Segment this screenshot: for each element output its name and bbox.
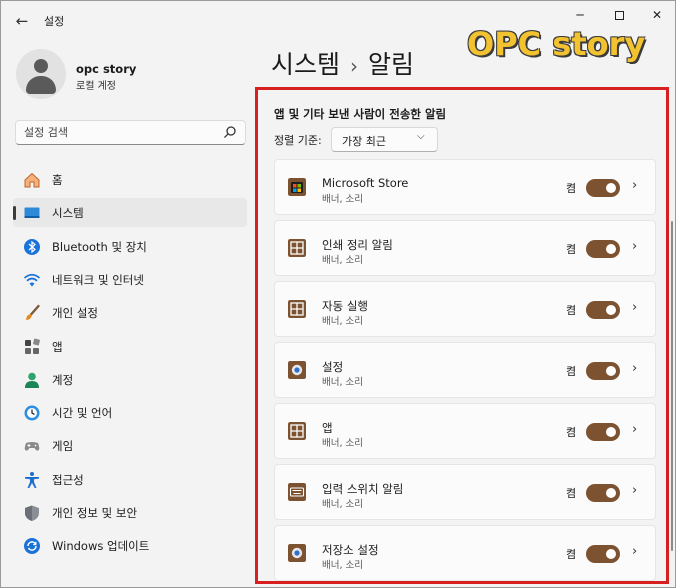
apps-icon — [25, 338, 40, 354]
sidebar-item-label: 개인 설정 — [52, 306, 98, 320]
search-box[interactable] — [15, 120, 246, 145]
accessibility-icon — [25, 472, 39, 488]
home-icon — [24, 172, 40, 188]
sidebar-item-label: 시스템 — [52, 206, 84, 220]
sidebar-item-label: 시간 및 언어 — [52, 406, 113, 420]
watermark: OPC story — [467, 25, 646, 63]
sidebar-item-label: 홈 — [52, 173, 63, 187]
person-icon — [25, 372, 39, 388]
highlight-frame — [255, 87, 669, 584]
clock-globe-icon — [24, 405, 40, 421]
brush-icon — [26, 304, 40, 320]
sidebar-item-label: 접근성 — [52, 473, 84, 487]
sidebar-item-personalization[interactable]: 개인 설정 — [13, 298, 247, 327]
minimize-button[interactable]: ─ — [565, 5, 595, 25]
sidebar-item-windows-update[interactable]: Windows 업데이트 — [13, 531, 247, 560]
avatar-person-icon — [34, 59, 48, 73]
close-button[interactable]: ✕ — [642, 5, 672, 25]
gamepad-icon — [24, 442, 40, 451]
breadcrumb: 시스템 › 알림 — [271, 45, 414, 81]
sidebar-item-apps[interactable]: 앱 — [13, 332, 247, 361]
scrollbar[interactable] — [671, 221, 673, 551]
sidebar-item-gaming[interactable]: 게임 — [13, 431, 247, 460]
avatar[interactable] — [16, 49, 66, 99]
back-button[interactable]: ← — [11, 10, 33, 32]
wifi-icon — [23, 273, 41, 287]
sidebar-item-label: 네트워크 및 인터넷 — [52, 273, 144, 287]
shield-icon — [25, 505, 39, 521]
sidebar-item-label: 게임 — [52, 439, 74, 453]
sidebar-item-network[interactable]: 네트워크 및 인터넷 — [13, 265, 247, 294]
search-icon[interactable] — [223, 125, 237, 139]
maximize-button[interactable] — [604, 5, 634, 25]
system-icon — [24, 207, 40, 218]
page-title: 알림 — [368, 50, 415, 79]
sidebar-item-bluetooth[interactable]: Bluetooth 및 장치 — [13, 232, 247, 261]
sidebar-item-system[interactable]: 시스템 — [13, 198, 247, 227]
app-title: 설정 — [44, 15, 65, 28]
sidebar-item-label: Windows 업데이트 — [52, 539, 150, 553]
sidebar-item-time-language[interactable]: 시간 및 언어 — [13, 398, 247, 427]
profile-account-type: 로컬 계정 — [76, 81, 116, 92]
sidebar-item-label: 계정 — [52, 373, 74, 387]
profile-name[interactable]: opc story — [76, 62, 136, 76]
breadcrumb-separator: › — [350, 54, 359, 78]
search-input[interactable] — [24, 124, 214, 141]
sidebar-item-label: Bluetooth 및 장치 — [52, 240, 147, 254]
update-icon — [24, 538, 40, 554]
sidebar-item-label: 앱 — [52, 340, 63, 354]
sidebar-item-privacy[interactable]: 개인 정보 및 보안 — [13, 498, 247, 527]
active-indicator — [13, 206, 16, 220]
maximize-icon — [614, 11, 624, 20]
sidebar-item-accounts[interactable]: 계정 — [13, 365, 247, 394]
settings-window: ← 설정 ─ ✕ opc story 로컬 계정 홈 시스템 — [0, 0, 676, 588]
sidebar-item-home[interactable]: 홈 — [13, 165, 247, 194]
sidebar-item-label: 개인 정보 및 보안 — [52, 506, 138, 520]
arrow-left-icon: ← — [15, 12, 29, 30]
bluetooth-icon — [24, 239, 40, 255]
breadcrumb-parent[interactable]: 시스템 — [271, 50, 340, 79]
sidebar-item-accessibility[interactable]: 접근성 — [13, 465, 247, 494]
